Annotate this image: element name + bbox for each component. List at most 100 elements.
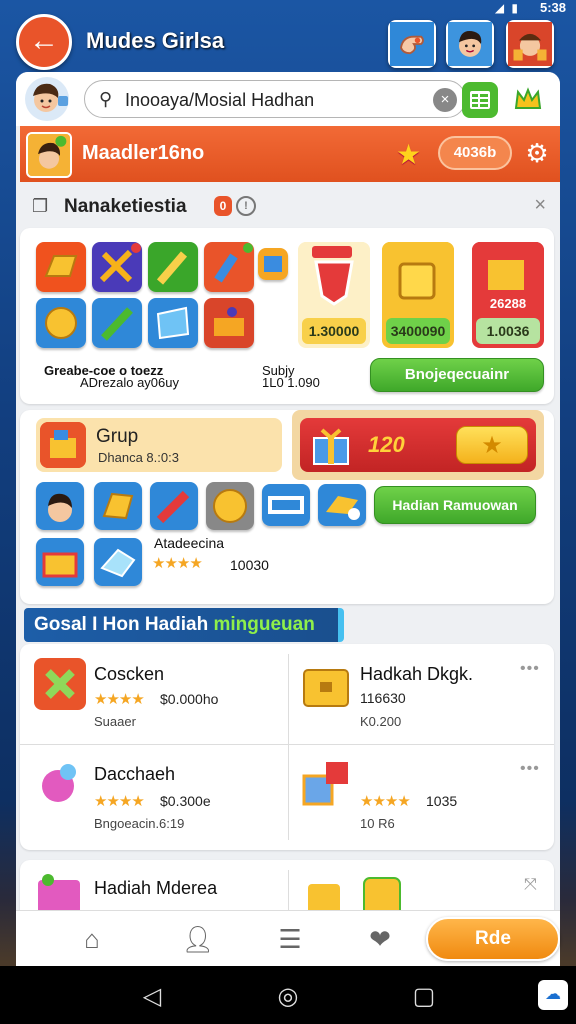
more-icon[interactable]: ••• (520, 660, 540, 678)
reward-tile[interactable] (258, 248, 288, 280)
back-button[interactable]: ← (16, 14, 72, 70)
item-tile[interactable] (36, 538, 84, 586)
gift-stack-icon (302, 762, 348, 806)
item-tile[interactable] (94, 482, 142, 530)
item-tile[interactable] (318, 484, 366, 526)
prize-value: 26288 (490, 296, 526, 311)
item-tile[interactable] (36, 482, 84, 530)
gold-box-icon (382, 242, 454, 316)
list-item-name: Hadkah Dkgk. (360, 664, 474, 684)
list-item[interactable]: Coscken ★★★★ $0.000ho Suaaer (34, 658, 284, 742)
gold-bar-icon (36, 242, 86, 292)
reward-tile[interactable] (36, 298, 86, 348)
list-icon[interactable]: ☰ (272, 921, 308, 957)
crown-button[interactable] (510, 82, 546, 118)
home-nav-icon[interactable]: ◎ (268, 982, 308, 1011)
cloud-icon[interactable]: ☁ (538, 980, 568, 1010)
item-tile[interactable] (262, 484, 310, 526)
gift-icon: 26288 (472, 242, 544, 316)
recents-nav-icon[interactable]: ▢ (404, 982, 444, 1011)
reward-tile[interactable] (204, 242, 254, 292)
weekly-banner: Gosal I Hon Hadiah mingueuan (24, 608, 344, 642)
star-button[interactable]: ★ (456, 426, 528, 464)
candy-icon (42, 764, 76, 802)
reward-tile[interactable] (148, 298, 198, 348)
rating-stars: ★★★★ (94, 793, 145, 810)
list-item-sub: K0.200 (360, 714, 402, 729)
group-subtitle: Dhanca 8.:0:3 (98, 450, 179, 465)
claim-button[interactable]: Bnojeqecuainr (370, 358, 544, 392)
profile-avatar[interactable] (26, 132, 72, 178)
treasure-icon (204, 298, 254, 348)
header-shortcut-game[interactable] (506, 20, 554, 68)
redeem-button[interactable]: Hadian Ramuowan (374, 486, 536, 524)
game-avatar-icon (508, 22, 552, 66)
main-panel: ⚲ Inooaya/Mosial Hadhan × Maadler16no ★ … (16, 72, 560, 972)
chest-icon (36, 538, 84, 586)
list-item[interactable]: Hadkah Dkgk. 116630 K0.200 ••• (300, 658, 550, 742)
grid-view-button[interactable] (462, 82, 498, 118)
hand-icon (390, 22, 434, 66)
user-avatar[interactable] (24, 76, 70, 122)
clear-search-icon[interactable]: × (433, 88, 457, 112)
header-shortcut-avatar[interactable] (446, 20, 494, 68)
reward-tile[interactable] (148, 242, 198, 292)
header-shortcut-hand[interactable] (388, 20, 436, 68)
list-item-sub: 10 R6 (360, 816, 395, 831)
item-tile[interactable] (206, 482, 254, 530)
bonus-amount: 120 (368, 432, 405, 457)
group-title: Grup (96, 426, 139, 447)
rating-stars: ★★★★ (360, 793, 411, 810)
system-nav-bar: ◁ ◎ ▢ ☁ (0, 966, 576, 1024)
back-nav-icon[interactable]: ◁ (132, 982, 172, 1011)
prize-card[interactable]: 3400090 (382, 242, 454, 348)
reward-tile[interactable] (92, 242, 142, 292)
shield-icon (298, 242, 370, 316)
group-info[interactable]: Grup Dhanca 8.:0:3 (36, 418, 282, 472)
gift-icon[interactable]: ❤ (362, 921, 398, 957)
ride-button[interactable]: Rde (426, 917, 560, 961)
star-icon: ★ (481, 432, 503, 459)
list-item[interactable]: ★★★★ 1035 10 R6 ••• (300, 758, 550, 842)
reward-tile[interactable] (92, 298, 142, 348)
rewards-caption-sub: ADrezalo ay06uy (80, 375, 179, 390)
prize-card[interactable]: 1.30000 (298, 242, 370, 348)
home-icon[interactable]: ⌂ (74, 921, 110, 957)
profile-icon[interactable]: 👤︎ (180, 921, 216, 957)
reward-tile[interactable] (36, 242, 86, 292)
list-item-price: $0.300e (160, 793, 211, 809)
points-badge[interactable]: 4036b (438, 136, 512, 170)
arrow-left-icon: ← (29, 24, 59, 57)
prize-value: 1.0036 (476, 318, 540, 344)
status-time: 5:38 (539, 0, 566, 15)
more-icon[interactable]: ••• (520, 760, 540, 778)
rewards-card: 1.30000 3400090 26288 1.0036 Greabe-coe … (20, 228, 554, 404)
close-icon[interactable]: × (534, 194, 546, 217)
green-wand-icon (92, 298, 142, 348)
count-badge: 0 (214, 196, 232, 216)
status-bar: ◢ ▮ 5:38 (0, 0, 576, 16)
list-item[interactable]: Dacchaeh ★★★★ $0.300e Bngoeacin.6:19 (34, 758, 284, 842)
sword-icon (92, 242, 142, 292)
crystal-icon (148, 298, 198, 348)
search-input[interactable]: ⚲ Inooaya/Mosial Hadhan × (84, 80, 466, 118)
bonus-banner-inner: 120 ★ (300, 418, 536, 472)
prize-value: 1.30000 (302, 318, 366, 344)
info-icon[interactable]: ! (236, 196, 256, 216)
ticket-icon (262, 484, 310, 526)
gear-icon[interactable]: ⚙ (520, 136, 554, 170)
list-item-price: 1035 (426, 793, 458, 809)
prize-card[interactable]: 26288 1.0036 (472, 242, 544, 348)
list-item-price: $0.000ho (160, 691, 219, 707)
item-tile[interactable] (150, 482, 198, 530)
gold-chest-icon (303, 669, 349, 707)
boy-avatar-icon (36, 482, 84, 530)
list-item-name: Dacchaeh (94, 764, 176, 784)
expand-icon[interactable]: ⤧ (524, 876, 538, 894)
item-tile[interactable] (94, 538, 142, 586)
section-title: Nanaketiestia (64, 196, 187, 217)
signal-icons: ◢ ▮ (494, 1, 520, 15)
reward-tile[interactable] (204, 298, 254, 348)
profile-name: Maadler16no (82, 142, 205, 164)
app-title: Mudes Girlsa (86, 28, 225, 53)
